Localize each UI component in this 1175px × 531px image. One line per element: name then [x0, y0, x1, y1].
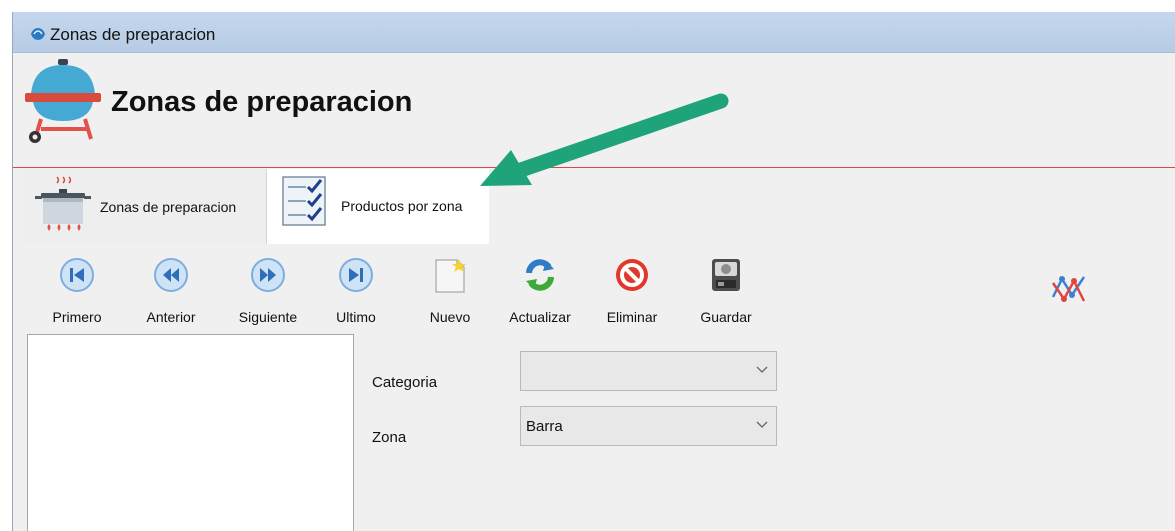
first-button-label: Primero — [52, 309, 102, 325]
next-button-label: Siguiente — [238, 309, 298, 325]
app-window: Zonas de preparacion Zonas de preparacio… — [12, 12, 1175, 531]
delete-button[interactable]: Eliminar — [595, 245, 669, 333]
delete-icon — [616, 259, 648, 291]
first-button[interactable]: Primero — [41, 245, 113, 333]
save-button-label: Guardar — [700, 309, 752, 325]
previous-record-icon — [154, 258, 188, 292]
save-button[interactable]: Guardar — [689, 245, 763, 333]
refresh-button[interactable]: Actualizar — [500, 245, 580, 333]
last-button-label: Ultimo — [336, 309, 376, 325]
checklist-icon — [282, 176, 326, 226]
zona-label: Zona — [372, 429, 407, 446]
previous-button-label: Anterior — [146, 309, 196, 325]
tab-productos-por-zona[interactable]: Productos por zona — [267, 169, 489, 244]
new-document-icon — [435, 259, 466, 293]
refresh-icon — [526, 259, 554, 291]
new-button-label: Nuevo — [429, 309, 471, 325]
tab-strip: Zonas de preparacion Productos por zona — [13, 169, 1175, 244]
app-icon — [31, 28, 45, 40]
first-record-icon — [60, 258, 94, 292]
header-divider — [13, 167, 1175, 168]
refresh-button-label: Actualizar — [509, 309, 571, 325]
tab-zonas-de-preparacion[interactable]: Zonas de preparacion — [25, 169, 267, 244]
last-record-icon — [339, 258, 373, 292]
next-record-icon — [251, 258, 285, 292]
page-title: Zonas de preparacion — [111, 86, 413, 118]
page-header: Zonas de preparacion — [13, 53, 1175, 167]
window-title: Zonas de preparacion — [50, 25, 216, 44]
zona-select[interactable]: Barra — [520, 406, 777, 446]
save-icon — [712, 259, 740, 291]
last-button[interactable]: Ultimo — [323, 245, 389, 333]
zona-value: Barra — [526, 418, 563, 435]
tab-label: Zonas de preparacion — [100, 199, 237, 215]
title-bar: Zonas de preparacion — [13, 12, 1175, 53]
chevron-down-icon — [756, 366, 768, 373]
new-button[interactable]: Nuevo — [415, 245, 485, 333]
categoria-select[interactable] — [520, 351, 777, 391]
tab-label: Productos por zona — [341, 198, 463, 214]
categoria-label: Categoria — [372, 374, 438, 391]
delete-button-label: Eliminar — [606, 309, 658, 325]
previous-button[interactable]: Anterior — [131, 245, 211, 333]
chevron-down-icon — [756, 421, 768, 428]
next-button[interactable]: Siguiente — [223, 245, 313, 333]
pot-icon — [35, 176, 91, 231]
chart-icon[interactable] — [1048, 269, 1090, 311]
toolbar: Primero Anterior Siguiente Ultimo Nuevo … — [13, 245, 1175, 337]
product-list[interactable] — [27, 334, 354, 531]
grill-icon — [25, 59, 101, 143]
